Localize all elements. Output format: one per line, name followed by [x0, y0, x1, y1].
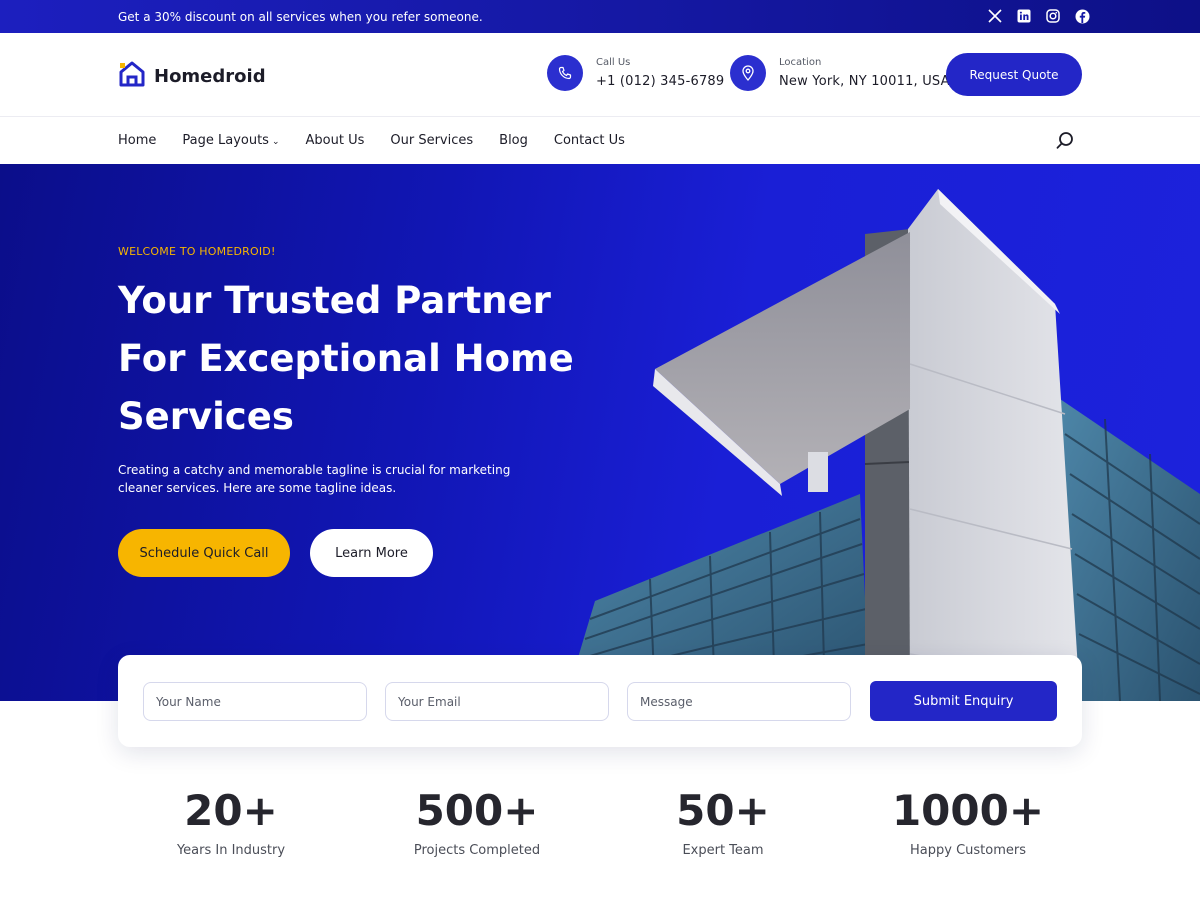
nav-item-page-layouts[interactable]: Page Layouts ⌄: [182, 133, 279, 148]
nav-label: Contact Us: [553, 133, 625, 148]
email-input[interactable]: [385, 682, 609, 721]
hero-section: WELCOME TO HOMEDROID! Your Trusted Partn…: [0, 164, 1200, 701]
stat-years: 20+ Years In Industry: [121, 786, 341, 858]
linkedin-icon[interactable]: [1016, 8, 1032, 24]
main-nav: Home Page Layouts ⌄ About Us Our Services…: [0, 117, 1200, 164]
stat-value: 500+: [415, 786, 539, 835]
hero-title: Your Trusted Partner For Exceptional Hom…: [118, 279, 574, 438]
learn-more-button[interactable]: Learn More: [310, 529, 433, 577]
location-label: Location: [779, 57, 822, 68]
chevron-down-icon: ⌄: [271, 137, 280, 147]
nav-item-about-us[interactable]: About Us: [306, 133, 365, 148]
enquiry-form: Submit Enquiry: [118, 655, 1082, 747]
social-links: [987, 8, 1090, 24]
message-input[interactable]: [627, 682, 851, 721]
location-pin-icon: [730, 55, 766, 91]
hero-eyebrow: WELCOME TO HOMEDROID!: [118, 245, 276, 258]
stat-value: 20+: [184, 786, 278, 835]
nav-label: Our Services: [390, 133, 474, 148]
phone-number[interactable]: +1 (012) 345-6789: [596, 74, 724, 89]
call-us-label: Call Us: [596, 57, 631, 68]
stat-label: Happy Customers: [910, 843, 1026, 858]
request-quote-button[interactable]: Request Quote: [946, 53, 1082, 96]
promo-text: Get a 30% discount on all services when …: [118, 10, 483, 24]
house-logo-icon: [118, 60, 146, 92]
x-icon[interactable]: [987, 8, 1003, 24]
location-address: New York, NY 10011, USA.: [779, 74, 954, 89]
phone-icon: [547, 55, 583, 91]
location-block: Location New York, NY 10011, USA.: [730, 55, 954, 91]
stat-team: 50+ Expert Team: [613, 786, 833, 858]
promo-topbar: Get a 30% discount on all services when …: [0, 0, 1200, 33]
schedule-call-button[interactable]: Schedule Quick Call: [118, 529, 290, 577]
nav-label: About Us: [305, 133, 365, 148]
search-icon[interactable]: [1055, 131, 1075, 156]
logo-text: Homedroid: [154, 65, 266, 87]
site-header: Homedroid Call Us +1 (012) 345-6789 Loca…: [0, 33, 1200, 117]
nav-item-home[interactable]: Home: [118, 133, 156, 148]
nav-item-blog[interactable]: Blog: [499, 133, 528, 148]
facebook-icon[interactable]: [1074, 8, 1090, 24]
stat-label: Years In Industry: [176, 843, 286, 858]
stat-label: Projects Completed: [413, 843, 541, 858]
nav-label: Page Layouts: [182, 133, 269, 148]
nav-item-contact-us[interactable]: Contact Us: [554, 133, 625, 148]
nav-label: Home: [118, 133, 157, 148]
nav-label: Blog: [499, 133, 528, 148]
hero-tagline: Creating a catchy and memorable tagline …: [118, 463, 511, 495]
stat-value: 50+: [676, 786, 770, 835]
name-input[interactable]: [143, 682, 367, 721]
nav-item-our-services[interactable]: Our Services: [390, 133, 473, 148]
stat-label: Expert Team: [682, 843, 764, 858]
logo[interactable]: Homedroid: [118, 60, 266, 92]
submit-enquiry-button[interactable]: Submit Enquiry: [870, 681, 1057, 721]
stat-value: 1000+: [891, 786, 1045, 835]
stat-customers: 1000+ Happy Customers: [858, 786, 1078, 858]
call-us-block: Call Us +1 (012) 345-6789: [547, 55, 724, 91]
stat-projects: 500+ Projects Completed: [367, 786, 587, 858]
instagram-icon[interactable]: [1045, 8, 1061, 24]
building-image: [565, 189, 1200, 701]
